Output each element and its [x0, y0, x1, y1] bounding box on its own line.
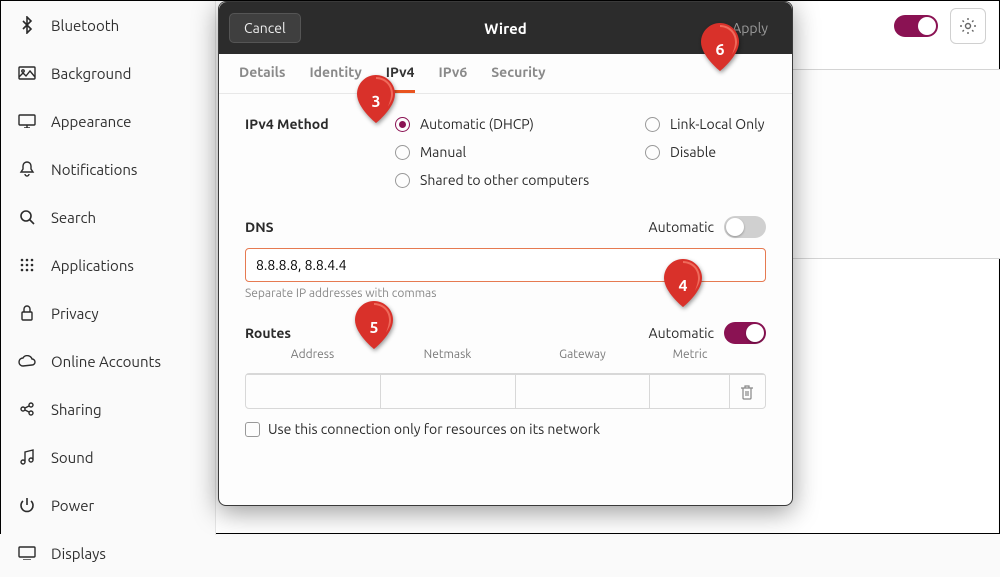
appearance-icon: [15, 114, 39, 128]
sidebar-item-label: Applications: [51, 257, 134, 274]
sidebar-item-label: Online Accounts: [51, 353, 161, 370]
routes-header: Address Netmask Gateway Metric: [245, 344, 766, 365]
music-icon: [15, 449, 39, 465]
dns-hint: Separate IP addresses with commas: [245, 287, 766, 300]
sidebar-item-label: Background: [51, 65, 131, 82]
routes-automatic-toggle[interactable]: [724, 322, 766, 344]
gear-icon: [959, 17, 977, 35]
tab-details[interactable]: Details: [239, 54, 285, 93]
sidebar-item-label: Appearance: [51, 113, 131, 130]
radio-disable[interactable]: Disable: [645, 144, 766, 160]
sidebar-item-label: Bluetooth: [51, 17, 119, 34]
share-icon: [15, 401, 39, 417]
sidebar-item-applications[interactable]: Applications: [1, 241, 215, 289]
display-icon: [15, 546, 39, 560]
routes-label: Routes: [245, 325, 291, 341]
sidebar-item-displays[interactable]: Displays: [1, 529, 215, 577]
dialog-tabs: Details Identity IPv4 IPv6 Security: [219, 54, 792, 94]
radio-link-local[interactable]: Link-Local Only: [645, 116, 766, 132]
dns-input[interactable]: [245, 248, 766, 282]
bluetooth-icon: [15, 16, 39, 34]
route-netmask-input[interactable]: [380, 375, 514, 408]
sidebar-item-label: Notifications: [51, 161, 137, 178]
sidebar-item-label: Search: [51, 209, 96, 226]
sidebar-item-label: Power: [51, 497, 94, 514]
trash-icon: [740, 384, 754, 400]
sidebar-item-power[interactable]: Power: [1, 481, 215, 529]
route-gateway-input[interactable]: [515, 375, 649, 408]
radio-circle-icon: [395, 173, 410, 188]
radio-shared[interactable]: Shared to other computers: [395, 172, 766, 188]
routes-table: [245, 373, 766, 409]
sidebar-item-sound[interactable]: Sound: [1, 433, 215, 481]
route-metric-input[interactable]: [649, 375, 729, 408]
background-icon: [15, 66, 39, 80]
radio-circle-icon: [395, 145, 410, 160]
only-resources-label: Use this connection only for resources o…: [268, 421, 600, 437]
tab-identity[interactable]: Identity: [309, 54, 361, 93]
sidebar-item-appearance[interactable]: Appearance: [1, 97, 215, 145]
radio-circle-icon: [395, 117, 410, 132]
sidebar-item-label: Privacy: [51, 305, 99, 322]
power-icon: [15, 497, 39, 513]
sidebar-item-search[interactable]: Search: [1, 193, 215, 241]
sidebar-item-online-accounts[interactable]: Online Accounts: [1, 337, 215, 385]
sidebar-item-label: Displays: [51, 545, 106, 562]
radio-automatic-dhcp[interactable]: Automatic (DHCP): [395, 116, 645, 132]
dns-label: DNS: [245, 219, 274, 235]
sidebar-item-background[interactable]: Background: [1, 49, 215, 97]
dialog-title: Wired: [484, 20, 527, 37]
ipv4-method-label: IPv4 Method: [245, 116, 395, 132]
radio-circle-icon: [645, 145, 660, 160]
sidebar-item-label: Sharing: [51, 401, 102, 418]
lock-icon: [15, 305, 39, 321]
dialog-header: Cancel Wired Apply: [219, 2, 792, 54]
wired-settings-dialog: Cancel Wired Apply Details Identity IPv4…: [218, 1, 793, 506]
network-settings-button[interactable]: [950, 8, 986, 44]
sidebar-item-privacy[interactable]: Privacy: [1, 289, 215, 337]
sidebar-item-sharing[interactable]: Sharing: [1, 385, 215, 433]
network-main-toggle[interactable]: [894, 15, 938, 37]
dns-automatic-label: Automatic: [649, 219, 714, 235]
bell-icon: [15, 161, 39, 177]
cancel-button[interactable]: Cancel: [229, 13, 301, 43]
sidebar-item-bluetooth[interactable]: Bluetooth: [1, 1, 215, 49]
radio-manual[interactable]: Manual: [395, 144, 645, 160]
grid-icon: [15, 258, 39, 272]
sidebar-item-label: Sound: [51, 449, 94, 466]
settings-sidebar: Bluetooth Background Appearance Notifica…: [1, 1, 216, 535]
dns-automatic-toggle[interactable]: [724, 216, 766, 238]
only-resources-checkbox[interactable]: [245, 422, 260, 437]
tab-ipv4[interactable]: IPv4: [386, 54, 415, 93]
route-address-input[interactable]: [246, 375, 380, 408]
route-delete-button[interactable]: [729, 375, 765, 408]
radio-circle-icon: [645, 117, 660, 132]
search-icon: [15, 209, 39, 225]
sidebar-item-notifications[interactable]: Notifications: [1, 145, 215, 193]
cloud-icon: [15, 355, 39, 367]
tab-ipv6[interactable]: IPv6: [439, 54, 468, 93]
tab-security[interactable]: Security: [491, 54, 545, 93]
apply-button[interactable]: Apply: [718, 14, 782, 42]
routes-automatic-label: Automatic: [649, 325, 714, 341]
